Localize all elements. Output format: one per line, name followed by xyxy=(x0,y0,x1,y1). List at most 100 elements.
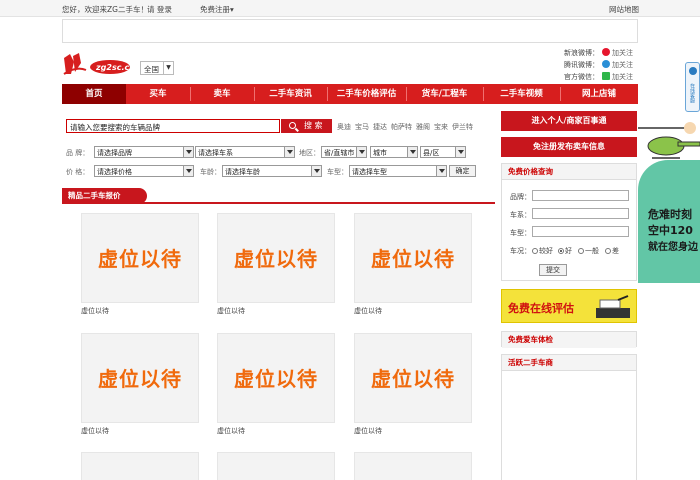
online-service-tab[interactable]: 在线客服 xyxy=(685,62,700,112)
placeholder-text: 虚位以待 xyxy=(371,247,455,271)
hot-brand-link[interactable]: 宝来 xyxy=(434,122,448,132)
query-type-input[interactable] xyxy=(532,226,629,237)
placeholder-text: 虚位以待 xyxy=(234,247,318,271)
social-label: 新浪微博： xyxy=(564,49,599,57)
top-bar: 您好，欢迎来ZG二手车！ 请 登录 免费注册▾ 网站地图 xyxy=(0,0,700,17)
type-select[interactable]: 请选择车型 xyxy=(349,165,447,177)
county-select[interactable]: 县/区 xyxy=(420,146,466,158)
brand-filter-label: 品 牌： xyxy=(66,149,90,157)
logo-icon: zg2sc.cn xyxy=(63,53,135,75)
hot-brand-link[interactable]: 伊兰特 xyxy=(452,122,473,132)
hot-brand-link[interactable]: 捷达 xyxy=(373,122,387,132)
car-card-image[interactable] xyxy=(81,452,199,480)
city-select-value: 城市 xyxy=(373,149,387,157)
age-select[interactable]: 请选择车龄 xyxy=(222,165,322,177)
chevron-down-icon xyxy=(183,166,193,176)
search-button-label: 搜 索 xyxy=(304,121,323,130)
nav-item-videos[interactable]: 二手车视频 xyxy=(483,84,560,104)
hot-brand-link[interactable]: 雅阁 xyxy=(416,122,430,132)
nav-item-news[interactable]: 二手车资讯 xyxy=(254,84,327,104)
series-select[interactable]: 请选择车系 xyxy=(195,146,295,158)
condition-radio-fine[interactable]: 好 xyxy=(558,246,572,256)
tencent-weibo-icon xyxy=(602,60,610,68)
query-condition-label: 车况： xyxy=(510,247,531,255)
car-card-image[interactable]: 虚位以待 xyxy=(217,213,335,303)
car-card-caption[interactable]: 虚位以待 xyxy=(217,426,245,436)
active-dealers-title: 活跃二手车商 xyxy=(502,355,636,371)
series-select-value: 请选择车系 xyxy=(198,149,233,157)
social-wechat: 官方微信： 加关注 xyxy=(564,72,633,82)
car-card-caption[interactable]: 虚位以待 xyxy=(354,306,382,316)
query-submit-button[interactable]: 提交 xyxy=(539,264,567,276)
nav-item-home[interactable]: 首页 xyxy=(62,84,126,104)
sitemap-link[interactable]: 网站地图 xyxy=(609,4,639,15)
car-card-caption[interactable]: 虚位以待 xyxy=(217,306,245,316)
site-logo[interactable]: zg2sc.cn xyxy=(62,52,135,78)
query-brand-input[interactable] xyxy=(532,190,629,201)
chevron-down-icon xyxy=(311,166,321,176)
nav-item-valuation[interactable]: 二手车价格评估 xyxy=(327,84,406,104)
nav-item-sell[interactable]: 卖车 xyxy=(190,84,254,104)
radio-label: 好 xyxy=(565,247,572,255)
car-card-image[interactable]: 虚位以待 xyxy=(354,213,472,303)
follow-weibo-link[interactable]: 加关注 xyxy=(612,48,633,58)
age-filter-label: 车龄： xyxy=(200,168,221,176)
social-weibo: 新浪微博： 加关注 xyxy=(564,48,633,58)
search-input[interactable]: 请输入您要搜索的车辆品牌 xyxy=(66,119,280,133)
radio-label: 较好 xyxy=(539,247,553,255)
hot-brand-link[interactable]: 宝马 xyxy=(355,122,369,132)
price-query-title: 免费价格查询 xyxy=(502,164,636,180)
search-icon xyxy=(289,122,296,129)
chevron-down-icon xyxy=(436,166,446,176)
condition-radio-average[interactable]: 一般 xyxy=(578,246,599,256)
publish-car-button[interactable]: 免注册发布卖车信息 xyxy=(501,137,637,157)
brand-select[interactable]: 请选择品牌 xyxy=(94,146,194,158)
filter-confirm-button[interactable]: 确定 xyxy=(449,165,476,177)
region-selector[interactable]: 全国 ▼ xyxy=(140,61,174,75)
weibo-icon xyxy=(602,48,610,56)
price-select[interactable]: 请选择价格 xyxy=(94,165,194,177)
helicopter-icon xyxy=(638,122,700,159)
hot-brand-link[interactable]: 奥迪 xyxy=(337,122,351,132)
social-tencent: 腾讯微博： 加关注 xyxy=(564,60,633,70)
county-select-value: 县/区 xyxy=(423,149,440,157)
nav-item-buy[interactable]: 买车 xyxy=(126,84,190,104)
wechat-icon xyxy=(602,72,610,80)
inspection-title[interactable]: 免费爱车体检 xyxy=(502,332,636,348)
query-series-input[interactable] xyxy=(532,208,629,219)
social-label: 腾讯微博： xyxy=(564,61,599,69)
car-card-caption[interactable]: 虚位以待 xyxy=(354,426,382,436)
car-card-image[interactable]: 虚位以待 xyxy=(354,333,472,423)
search-button[interactable]: 搜 索 xyxy=(281,119,332,133)
placeholder-text: 虚位以待 xyxy=(371,367,455,391)
merchant-portal-button[interactable]: 进入个人/商家百事通 xyxy=(501,111,637,131)
placeholder-text: 虚位以待 xyxy=(98,367,182,391)
hot-brand-link[interactable]: 帕萨特 xyxy=(391,122,412,132)
condition-radio-good[interactable]: 较好 xyxy=(532,246,553,256)
free-evaluation-banner[interactable]: 免费在线评估 xyxy=(501,289,637,323)
car-card-caption[interactable]: 虚位以待 xyxy=(81,426,109,436)
query-brand-label: 品牌： xyxy=(510,193,531,201)
query-type-label: 车型： xyxy=(510,229,531,237)
social-label: 官方微信： xyxy=(564,73,599,81)
car-card-image[interactable]: 虚位以待 xyxy=(81,333,199,423)
follow-tencent-link[interactable]: 加关注 xyxy=(612,60,633,70)
province-select[interactable]: 省/直辖市 xyxy=(321,146,367,158)
car-card-image[interactable]: 虚位以待 xyxy=(81,213,199,303)
follow-wechat-link[interactable]: 加关注 xyxy=(612,72,633,82)
car-card-image[interactable] xyxy=(354,452,472,480)
condition-radio-poor[interactable]: 差 xyxy=(605,246,619,256)
car-card-image[interactable] xyxy=(217,452,335,480)
login-link[interactable]: 请 登录 xyxy=(147,4,172,15)
query-series-label: 车系： xyxy=(510,211,531,219)
province-select-value: 省/直辖市 xyxy=(324,149,355,157)
car-card-caption[interactable]: 虚位以待 xyxy=(81,306,109,316)
city-select[interactable]: 城市 xyxy=(370,146,418,158)
register-link[interactable]: 免费注册▾ xyxy=(200,4,234,15)
brand-select-value: 请选择品牌 xyxy=(97,149,132,157)
floating-ad[interactable]: 危难时刻 空中120 就在您身边 xyxy=(638,118,700,283)
nav-item-shops[interactable]: 网上店铺 xyxy=(560,84,638,104)
nav-item-trucks[interactable]: 货车/工程车 xyxy=(406,84,483,104)
top-banner-slot xyxy=(62,19,638,43)
car-card-image[interactable]: 虚位以待 xyxy=(217,333,335,423)
